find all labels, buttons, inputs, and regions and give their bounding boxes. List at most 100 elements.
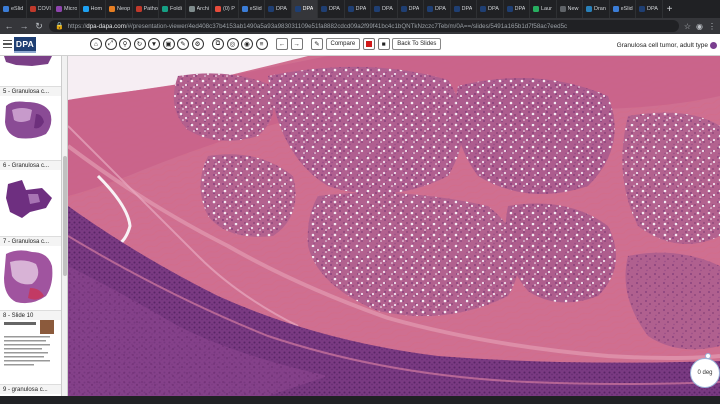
previous-slide-icon[interactable]: ← — [276, 38, 288, 50]
tab-label: Patho — [143, 6, 158, 12]
bookmark-star-icon[interactable]: ☆ — [684, 22, 691, 31]
filter-icon[interactable]: ▼ — [148, 38, 160, 50]
sidebar-item-slide-6[interactable]: 6 - Granulosa c... — [0, 160, 61, 170]
slide-thumbnail-partial[interactable] — [2, 56, 54, 70]
browser-tab[interactable]: Micro — [53, 0, 80, 18]
browser-tab[interactable]: DPA — [477, 0, 504, 18]
tab-label: Laur — [541, 6, 553, 12]
slide-thumbnail-8[interactable] — [2, 320, 54, 374]
browser-tab[interactable]: DPA — [398, 0, 424, 18]
url-text: https://dpa-dapa.com/#/presentation-view… — [67, 22, 568, 30]
tab-label: DPA — [435, 6, 446, 12]
browser-tab[interactable]: DPA — [265, 0, 292, 18]
square-icon[interactable]: ■ — [377, 38, 390, 50]
list-icon[interactable]: ≡ — [255, 38, 268, 50]
browser-tab[interactable]: Patho — [133, 0, 159, 18]
tab-favicon-icon — [321, 6, 327, 12]
sidebar-item-slide-5[interactable]: 5 - Granulosa c... — [0, 86, 61, 96]
annotation-icon[interactable]: ✎ — [311, 38, 323, 50]
tab-favicon-icon — [29, 6, 36, 12]
browser-tab[interactable]: DPA — [424, 0, 451, 18]
tab-label: DPA — [461, 6, 473, 12]
browser-tab[interactable]: DPA — [291, 0, 318, 18]
tab-favicon-icon — [453, 6, 460, 12]
target-icon[interactable]: ◎ — [226, 38, 239, 50]
new-tab-icon[interactable]: + — [663, 0, 677, 18]
pen-icon[interactable]: ✎ — [177, 38, 189, 50]
menu-dots-icon[interactable]: ⋮ — [708, 22, 716, 31]
tab-label: eSlid — [249, 6, 262, 12]
compare-button[interactable]: Compare — [325, 38, 361, 50]
url-input[interactable]: 🔒 https://dpa-dapa.com/#/presentation-vi… — [49, 20, 679, 32]
slide-thumbnail-6[interactable] — [2, 176, 54, 220]
settings-icon[interactable]: ⚙ — [191, 38, 204, 50]
back-to-slides-button[interactable]: Back To Slides — [392, 38, 442, 50]
browser-tab[interactable]: eSlid — [610, 0, 636, 18]
stop-record-icon[interactable] — [363, 38, 376, 50]
browser-tab[interactable]: DPA — [451, 0, 477, 18]
browser-tab[interactable]: Dran — [583, 0, 610, 18]
tab-favicon-icon — [586, 6, 592, 12]
tab-label: Hom — [90, 6, 103, 12]
slide-list-sidebar: 5 - Granulosa c... 6 - Granulosa c... 7 … — [0, 56, 62, 396]
slide-viewer[interactable] — [68, 56, 720, 396]
next-slide-icon[interactable]: → — [290, 38, 303, 50]
browser-tab[interactable]: COVI — [27, 0, 53, 18]
browser-tab[interactable]: Foldi — [159, 0, 186, 18]
tab-label: Foldi — [170, 6, 182, 12]
monitor-icon[interactable]: ▣ — [162, 38, 175, 50]
tab-favicon-icon — [241, 6, 248, 12]
rotation-dial[interactable]: 0 deg — [690, 358, 720, 388]
extensions-icon[interactable]: ◉ — [696, 22, 703, 31]
browser-tab[interactable]: eSlid — [239, 0, 265, 18]
back-arrow-icon[interactable]: ← — [4, 18, 14, 34]
browser-tab[interactable]: Laur — [530, 0, 557, 18]
rotate-icon[interactable]: ↻ — [133, 38, 146, 50]
browser-tab[interactable]: DPA — [371, 0, 398, 18]
tab-label: DPA — [647, 6, 658, 12]
browser-tab[interactable]: (0) P — [212, 0, 239, 18]
hamburger-menu-icon[interactable] — [3, 40, 12, 48]
tool-buttons: ⌂ ⤢ ⚲ ↻ ▼ ▣ ✎ ⚙ ⧉ ◎ ◉ ≡ ← → ✎ Compare ■ … — [90, 38, 443, 50]
browser-tab[interactable]: Hom — [80, 0, 106, 18]
tab-favicon-icon — [559, 6, 566, 12]
copy-icon[interactable]: ⧉ — [212, 38, 224, 50]
sidebar-item-slide-8[interactable]: 8 - Slide 10 — [0, 310, 61, 320]
scrollbar-thumb[interactable] — [63, 156, 67, 276]
tab-label: Archi — [196, 6, 210, 12]
histology-image — [68, 56, 720, 396]
fullscreen-icon[interactable]: ⤢ — [104, 38, 117, 50]
lock-icon: 🔒 — [55, 23, 64, 30]
tab-label: DPA — [276, 6, 287, 12]
browser-tab[interactable]: Archi — [186, 0, 212, 18]
tab-favicon-icon — [188, 6, 195, 12]
slide-thumbnail-7[interactable] — [2, 248, 54, 306]
tab-favicon-icon — [3, 6, 9, 12]
tab-label: DPA — [302, 6, 314, 12]
case-title: Granulosa cell tumor, adult type — [616, 42, 708, 49]
browser-tab[interactable]: DPA — [636, 0, 663, 18]
tab-label: Neop — [117, 6, 131, 12]
sidebar-item-slide-7[interactable]: 7 - Granulosa c... — [0, 236, 61, 246]
browser-tab[interactable]: DPA — [318, 0, 345, 18]
browser-tab[interactable]: Neop — [106, 0, 133, 18]
reload-icon[interactable]: ↻ — [34, 18, 44, 34]
forward-arrow-icon[interactable]: → — [19, 18, 29, 34]
browser-tab[interactable]: eSlid — [0, 0, 27, 18]
slide-thumbnail-5[interactable] — [2, 100, 54, 140]
tab-favicon-icon — [639, 6, 645, 12]
browser-address-bar: ← → ↻ 🔒 https://dpa-dapa.com/#/presentat… — [0, 18, 720, 34]
browser-tab[interactable]: New — [557, 0, 583, 18]
record-icon[interactable]: ◉ — [241, 38, 253, 50]
zoom-icon[interactable]: ⚲ — [119, 38, 131, 50]
tab-favicon-icon — [294, 6, 301, 12]
browser-tab[interactable]: DPA — [345, 0, 371, 18]
tab-label: eSlid — [620, 6, 633, 12]
sidebar-item-slide-9[interactable]: 9 - granulosa c... — [0, 384, 61, 394]
tab-label: DPA — [488, 6, 499, 12]
home-icon[interactable]: ⌂ — [90, 38, 102, 50]
browser-tab[interactable]: DPA — [504, 0, 530, 18]
user-avatar-icon[interactable] — [710, 42, 717, 49]
tab-favicon-icon — [135, 6, 142, 12]
tab-label: DPA — [514, 6, 526, 12]
